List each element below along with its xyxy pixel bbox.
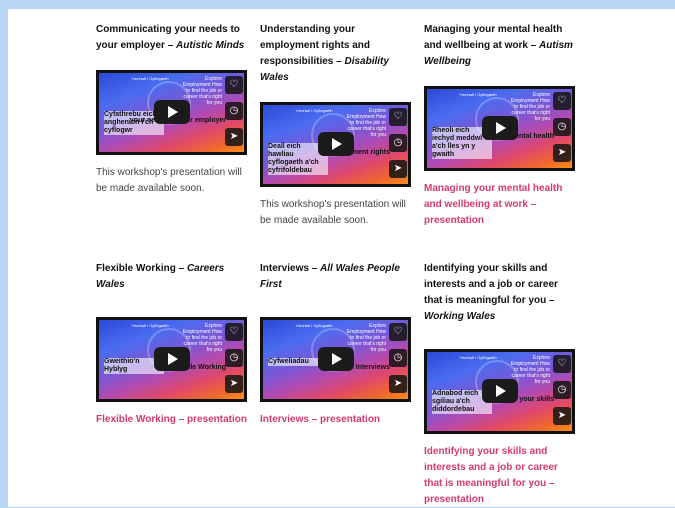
- clock-icon[interactable]: ◷: [389, 349, 407, 367]
- presentation-link[interactable]: Identifying your skills and interests an…: [424, 444, 576, 508]
- video-player[interactable]: Ymchwil i Gyflogaeth Explore Employment …: [96, 70, 247, 155]
- thumbnail-welsh-header: Ymchwil i Gyflogaeth: [295, 323, 333, 328]
- workshop-title: Flexible Working – Careers Wales: [96, 263, 225, 290]
- heart-icon[interactable]: ♡: [225, 76, 243, 94]
- heart-icon[interactable]: ♡: [389, 323, 407, 341]
- video-player[interactable]: Ymchwil i Gyflogaeth Explore Employment …: [96, 317, 247, 402]
- play-icon[interactable]: [318, 347, 354, 371]
- video-player[interactable]: Ymchwil i Gyflogaeth Explore Employment …: [260, 102, 411, 187]
- play-icon[interactable]: [154, 347, 190, 371]
- thumbnail-welsh-header: Ymchwil i Gyflogaeth: [459, 92, 497, 97]
- heart-icon[interactable]: ♡: [553, 92, 571, 110]
- presentation-link[interactable]: Flexible Working – presentation: [96, 412, 248, 428]
- workshop-card: Managing your mental health and wellbein…: [424, 22, 576, 229]
- clock-icon[interactable]: ◷: [389, 134, 407, 152]
- presentation-link[interactable]: Interviews – presentation: [260, 412, 412, 428]
- workshop-card: Identifying your skills and interests an…: [424, 261, 576, 508]
- workshop-title: Managing your mental health and wellbein…: [424, 24, 573, 67]
- presentation-note: This workshop's presentation will be mad…: [260, 199, 406, 226]
- thumbnail-english-title: Interviews: [355, 364, 390, 371]
- workshop-card: Communicating your needs to your employe…: [96, 22, 248, 197]
- heart-icon[interactable]: ♡: [389, 108, 407, 126]
- play-icon[interactable]: [482, 379, 518, 403]
- play-icon[interactable]: [154, 100, 190, 124]
- share-icon[interactable]: ➤: [553, 407, 571, 425]
- heart-icon[interactable]: ♡: [553, 355, 571, 373]
- play-icon[interactable]: [318, 132, 354, 156]
- video-player[interactable]: Ymchwil i Gyflogaeth Explore Employment …: [424, 349, 575, 434]
- clock-icon[interactable]: ◷: [553, 381, 571, 399]
- thumbnail-welsh-header: Ymchwil i Gyflogaeth: [131, 76, 169, 81]
- clock-icon[interactable]: ◷: [553, 118, 571, 136]
- video-player[interactable]: Ymchwil i Gyflogaeth Explore Employment …: [260, 317, 411, 402]
- workshop-card: Interviews – All Wales People First Ymch…: [260, 261, 412, 428]
- share-icon[interactable]: ➤: [389, 375, 407, 393]
- workshop-title: Identifying your skills and interests an…: [424, 263, 558, 322]
- clock-icon[interactable]: ◷: [225, 102, 243, 120]
- workshop-title: Understanding your employment rights and…: [260, 24, 389, 83]
- presentation-note: This workshop's presentation will be mad…: [96, 167, 242, 194]
- play-icon[interactable]: [482, 116, 518, 140]
- share-icon[interactable]: ➤: [389, 160, 407, 178]
- clock-icon[interactable]: ◷: [225, 349, 243, 367]
- share-icon[interactable]: ➤: [225, 375, 243, 393]
- thumbnail-english-title: your skills: [519, 396, 554, 403]
- video-player[interactable]: Ymchwil i Gyflogaeth Explore Employment …: [424, 86, 575, 171]
- page-content: Communicating your needs to your employe…: [8, 9, 675, 507]
- heart-icon[interactable]: ♡: [225, 323, 243, 341]
- thumbnail-welsh-header: Ymchwil i Gyflogaeth: [295, 108, 333, 113]
- thumbnail-welsh-header: Ymchwil i Gyflogaeth: [459, 355, 497, 360]
- workshop-card: Understanding your employment rights and…: [260, 22, 412, 229]
- presentation-link[interactable]: Managing your mental health and wellbein…: [424, 181, 576, 229]
- share-icon[interactable]: ➤: [225, 128, 243, 146]
- thumbnail-welsh-header: Ymchwil i Gyflogaeth: [131, 323, 169, 328]
- workshop-title: Communicating your needs to your employe…: [96, 24, 245, 51]
- workshop-title: Interviews – All Wales People First: [260, 263, 400, 290]
- workshop-card: Flexible Working – Careers Wales Ymchwil…: [96, 261, 248, 428]
- share-icon[interactable]: ➤: [553, 144, 571, 162]
